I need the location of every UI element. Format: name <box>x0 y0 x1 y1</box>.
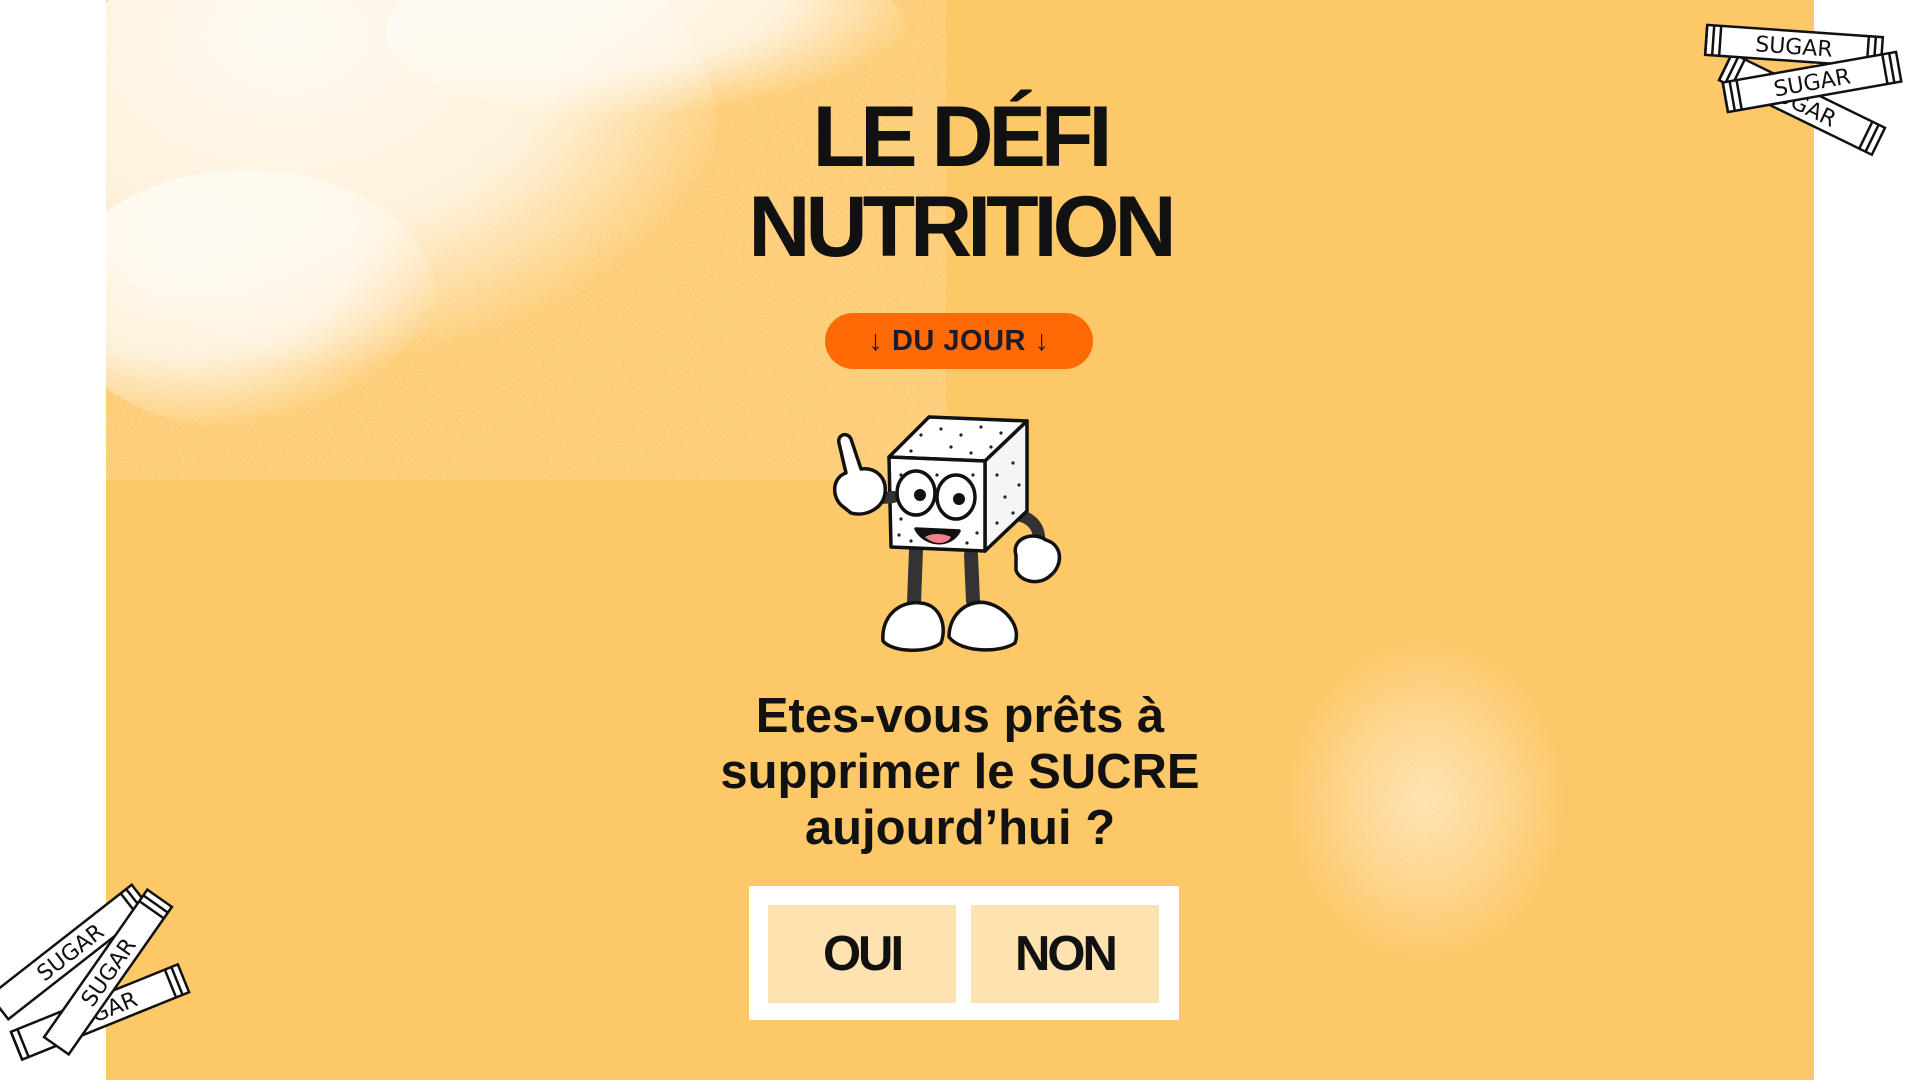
challenge-question: Etes-vous prêts à supprimer le SUCRE auj… <box>106 688 1814 856</box>
question-line: aujourd’hui ? <box>804 801 1116 855</box>
question-line: Etes-vous prêts à <box>755 689 1165 743</box>
answer-choices: OUI NON <box>749 886 1179 1020</box>
sugar-packet-icon: SUGAR SUGAR SUGAR <box>0 883 191 1062</box>
daily-badge: ↓ DU JOUR ↓ <box>825 313 1093 369</box>
title-line: LE DÉFI <box>812 89 1113 185</box>
sugar-cube-mascot-icon <box>833 415 1062 652</box>
yes-button[interactable]: OUI <box>768 905 956 1003</box>
sugar-packet-icon: SUGAR SUGAR SUGAR <box>1703 23 1903 157</box>
question-line: supprimer le SUCRE <box>720 745 1200 799</box>
title-line: NUTRITION <box>748 179 1176 275</box>
page-title: LE DÉFI NUTRITION <box>106 92 1814 272</box>
challenge-panel: LE DÉFI NUTRITION ↓ DU JOUR ↓ Etes-vous … <box>106 0 1814 1080</box>
no-button[interactable]: NON <box>971 905 1159 1003</box>
